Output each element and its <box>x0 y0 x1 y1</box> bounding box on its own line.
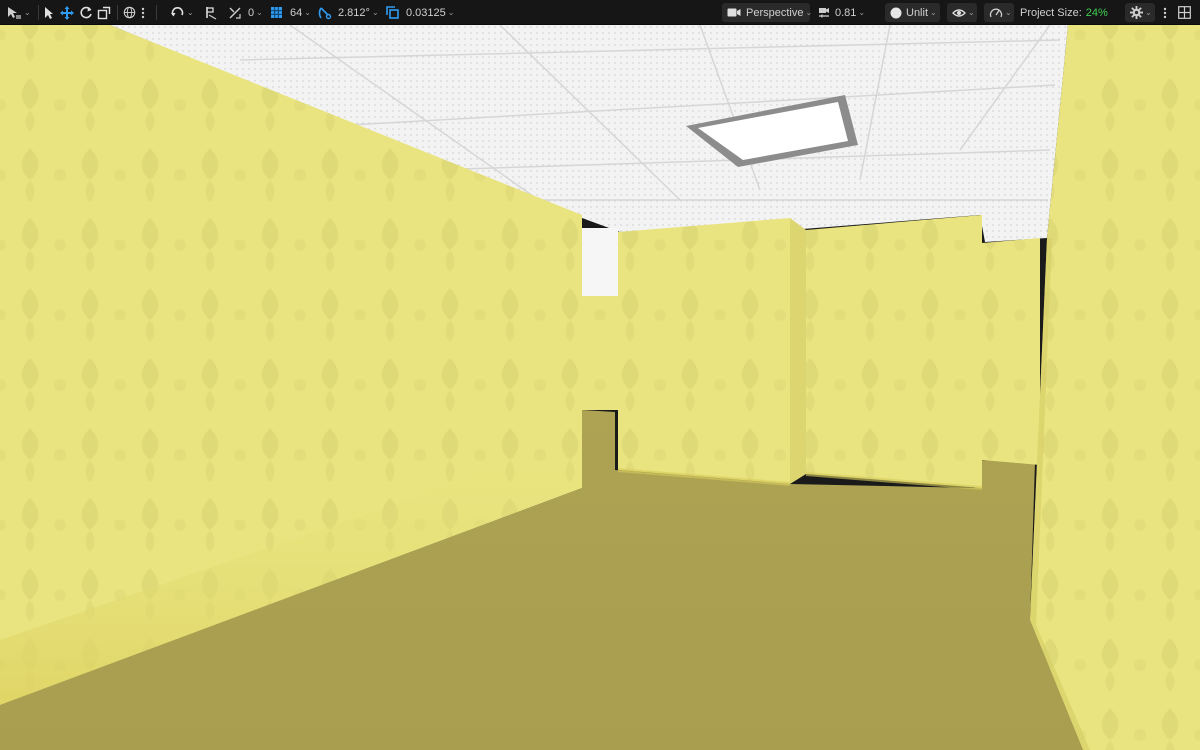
divider <box>156 5 157 20</box>
chevron-down-icon: ⌄ <box>805 8 813 17</box>
chevron-down-icon: ⌄ <box>187 8 194 17</box>
move-arrows-icon <box>60 5 74 20</box>
view-mode-label: Perspective <box>746 6 804 19</box>
scene-render <box>0 25 1200 750</box>
show-flags-dropdown[interactable]: ⌄ <box>947 3 977 22</box>
center-pillar-side <box>790 218 806 484</box>
far-wall-corner <box>982 238 1040 465</box>
globe-icon <box>123 6 136 19</box>
chevron-down-icon: ⌄ <box>304 8 311 17</box>
level-viewport[interactable] <box>0 25 1200 750</box>
kebab-icon <box>1163 7 1167 19</box>
divider <box>117 5 118 20</box>
lighting-mode-dropdown[interactable]: Unlit ⌄ <box>885 3 940 22</box>
circle-icon <box>890 7 902 19</box>
center-pillar-wall <box>618 218 790 484</box>
scale-icon <box>97 6 111 20</box>
snap-to-floor-button[interactable] <box>204 0 218 25</box>
viewport-layout-button[interactable] <box>1178 0 1191 25</box>
gear-icon <box>1130 6 1143 19</box>
divider <box>38 5 39 20</box>
snap-rotation-value: 0 <box>248 6 255 19</box>
scale-tool-button[interactable] <box>97 0 111 25</box>
camera-speed-dropdown[interactable]: 0.81 ⌄ <box>818 0 865 25</box>
snap-transform-icon <box>228 6 242 20</box>
scale-snap-dropdown[interactable]: 0.03125 ⌄ <box>386 0 454 25</box>
gauge-icon <box>989 7 1003 19</box>
far-wall-right-segment <box>806 215 982 488</box>
chevron-down-icon: ⌄ <box>256 8 263 17</box>
chevron-down-icon: ⌄ <box>858 8 866 17</box>
viewport-toolbar: ⌄ ⌄ 0 ⌄ 64 ⌄ 2.812° ⌄ 0.03125 ⌄ Perspect… <box>0 0 1200 25</box>
translate-tool-button[interactable] <box>60 0 74 25</box>
snap-floor-icon <box>204 6 218 20</box>
viewport-options-button[interactable] <box>1163 0 1167 25</box>
select-mode-dropdown[interactable]: ⌄ <box>6 0 31 25</box>
lighting-mode-label: Unlit <box>906 6 929 19</box>
grid-snap-dropdown[interactable]: 64 ⌄ <box>270 0 311 25</box>
chevron-down-icon: ⌄ <box>24 8 31 17</box>
grid-size-value: 64 <box>290 6 303 19</box>
rotate-icon <box>79 6 93 20</box>
cursor-arrow-icon <box>43 6 55 20</box>
camera-speed-value: 0.81 <box>835 6 857 19</box>
more-options-button[interactable] <box>141 0 145 25</box>
rotation-snap-value: 2.812° <box>338 6 370 19</box>
chevron-down-icon: ⌄ <box>968 8 975 17</box>
project-size-label: Project Size: <box>1020 6 1082 19</box>
chevron-down-icon: ⌄ <box>447 8 455 17</box>
settings-dropdown[interactable]: ⌄ <box>1125 3 1155 22</box>
eye-icon <box>952 8 966 18</box>
chevron-down-icon: ⌄ <box>930 8 937 17</box>
far-ceiling-opening <box>582 228 618 296</box>
performance-dropdown[interactable]: ⌄ <box>984 3 1014 22</box>
kebab-icon <box>141 7 145 19</box>
rotation-snap-dropdown[interactable]: 2.812° ⌄ <box>318 0 379 25</box>
grid-icon <box>270 6 283 19</box>
video-camera-icon <box>727 7 741 18</box>
world-local-toggle[interactable] <box>123 0 136 25</box>
transform-snap-dropdown[interactable]: 0 ⌄ <box>228 0 263 25</box>
view-mode-dropdown[interactable]: Perspective ⌄ <box>722 3 813 22</box>
layout-grid-icon <box>1178 6 1191 19</box>
chevron-down-icon: ⌄ <box>371 8 379 17</box>
chevron-down-icon: ⌄ <box>1145 8 1152 17</box>
far-wall-left-segment <box>582 296 618 410</box>
chevron-down-icon: ⌄ <box>1005 8 1012 17</box>
select-tool-button[interactable] <box>43 0 55 25</box>
rotate-tool-button[interactable] <box>79 0 93 25</box>
camera-speed-icon <box>818 6 831 19</box>
scale-snap-icon <box>386 5 400 20</box>
angle-icon <box>318 6 332 20</box>
project-size-value: 24% <box>1085 6 1108 19</box>
surface-snap-dropdown[interactable]: ⌄ <box>170 0 194 25</box>
scale-snap-value: 0.03125 <box>406 6 446 19</box>
select-mode-icon <box>6 6 22 20</box>
project-size-indicator: Project Size: 24% <box>1020 0 1108 25</box>
surface-snap-icon <box>170 6 185 20</box>
